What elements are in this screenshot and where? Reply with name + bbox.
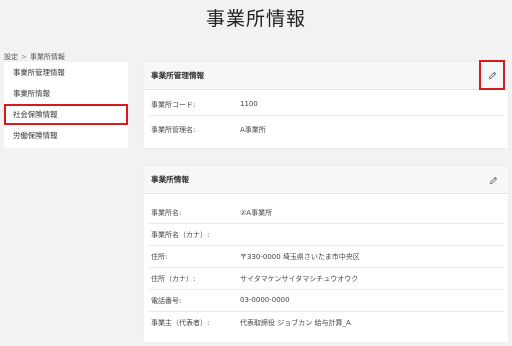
row-divider xyxy=(148,245,504,246)
row-divider xyxy=(148,289,504,290)
breadcrumb-separator: > xyxy=(21,53,27,61)
field-value: 〒330-0000 埼玉県さいたま市中央区 xyxy=(240,253,360,261)
field-label: 住所: xyxy=(151,253,168,261)
sidebar-item-social-insurance[interactable]: 社会保険情報 xyxy=(4,104,128,125)
field-value: ②A事業所 xyxy=(240,209,273,217)
field-value: サイタマケンサイタマシチュウオウク xyxy=(240,275,359,283)
office-card-title: 事業所情報 xyxy=(151,175,189,184)
field-label: 事業主（代表者）: xyxy=(151,319,210,327)
sidebar: 事業所管理情報 事業所情報 社会保険情報 労働保険情報 xyxy=(4,62,128,148)
management-card-title: 事業所管理情報 xyxy=(151,71,205,80)
field-label: 事業所管理名: xyxy=(151,126,196,134)
field-label: 事業所名: xyxy=(151,209,182,217)
office-card: 事業所情報 事業所名: ②A事業所 事業所名（カナ）: 住所: 〒330-000… xyxy=(144,166,508,342)
office-edit-button[interactable] xyxy=(482,169,504,191)
management-edit-button[interactable] xyxy=(479,60,505,90)
field-label: 事業所コード: xyxy=(151,101,196,109)
sidebar-item-office[interactable]: 事業所情報 xyxy=(4,83,128,104)
row-divider xyxy=(148,115,504,116)
breadcrumb-current: 事業所情報 xyxy=(29,53,65,61)
field-value: A事業所 xyxy=(240,126,266,134)
row-divider xyxy=(148,267,504,268)
field-label: 事業所名（カナ）: xyxy=(151,231,210,239)
page-title: 事業所情報 xyxy=(205,8,306,30)
management-card-header: 事業所管理情報 xyxy=(144,60,508,90)
field-value: 03-0000-0000 xyxy=(240,296,290,304)
field-value: 代表取締役 ジョブカン 給与計算_A xyxy=(240,319,351,327)
field-value: 1100 xyxy=(240,100,258,108)
sidebar-item-management[interactable]: 事業所管理情報 xyxy=(4,62,128,83)
pencil-icon xyxy=(489,176,498,185)
row-divider xyxy=(148,223,504,224)
field-label: 住所（カナ）: xyxy=(151,275,196,283)
row-divider xyxy=(148,311,504,312)
breadcrumb-parent[interactable]: 設定 xyxy=(4,53,18,61)
management-card: 事業所管理情報 事業所コード: 1100 事業所管理名: A事業所 xyxy=(144,60,508,148)
pencil-icon xyxy=(488,71,497,80)
breadcrumb: 設定 > 事業所情報 xyxy=(4,52,65,62)
sidebar-item-labor-insurance[interactable]: 労働保険情報 xyxy=(4,125,128,146)
field-label: 電話番号: xyxy=(151,297,182,305)
office-card-header: 事業所情報 xyxy=(144,166,508,194)
